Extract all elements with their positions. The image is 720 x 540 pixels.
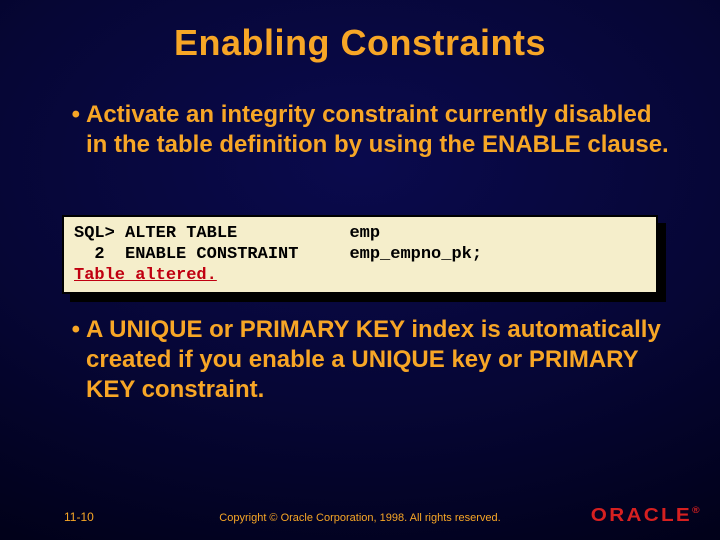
slide-footer: 11-10 Copyright © Oracle Corporation, 19… xyxy=(0,502,720,524)
code-content: SQL> ALTER TABLE emp 2 ENABLE CONSTRAINT… xyxy=(74,223,646,286)
bullet-text: A UNIQUE or PRIMARY KEY index is automat… xyxy=(86,315,670,405)
code-result: Table altered. xyxy=(74,266,217,285)
code-line-1: SQL> ALTER TABLE emp xyxy=(74,224,380,243)
bullet-dot-icon: • xyxy=(62,100,80,130)
registered-icon: ® xyxy=(692,505,700,515)
code-box: SQL> ALTER TABLE emp 2 ENABLE CONSTRAINT… xyxy=(62,215,658,294)
logo-text: ORACLE xyxy=(591,505,692,525)
bullet-item: • A UNIQUE or PRIMARY KEY index is autom… xyxy=(62,315,670,405)
slide-title: Enabling Constraints xyxy=(0,22,720,64)
bullet-dot-icon: • xyxy=(62,315,80,345)
code-example: SQL> ALTER TABLE emp 2 ENABLE CONSTRAINT… xyxy=(62,215,658,294)
bullet-text: Activate an integrity constraint current… xyxy=(86,100,670,160)
code-line-2: 2 ENABLE CONSTRAINT emp_empno_pk; xyxy=(74,245,482,264)
bullet-group-2: • A UNIQUE or PRIMARY KEY index is autom… xyxy=(62,315,670,411)
bullet-group-1: • Activate an integrity constraint curre… xyxy=(62,100,670,166)
bullet-item: • Activate an integrity constraint curre… xyxy=(62,100,670,160)
slide: Enabling Constraints • Activate an integ… xyxy=(0,0,720,540)
oracle-logo: ORACLE® xyxy=(591,505,700,526)
